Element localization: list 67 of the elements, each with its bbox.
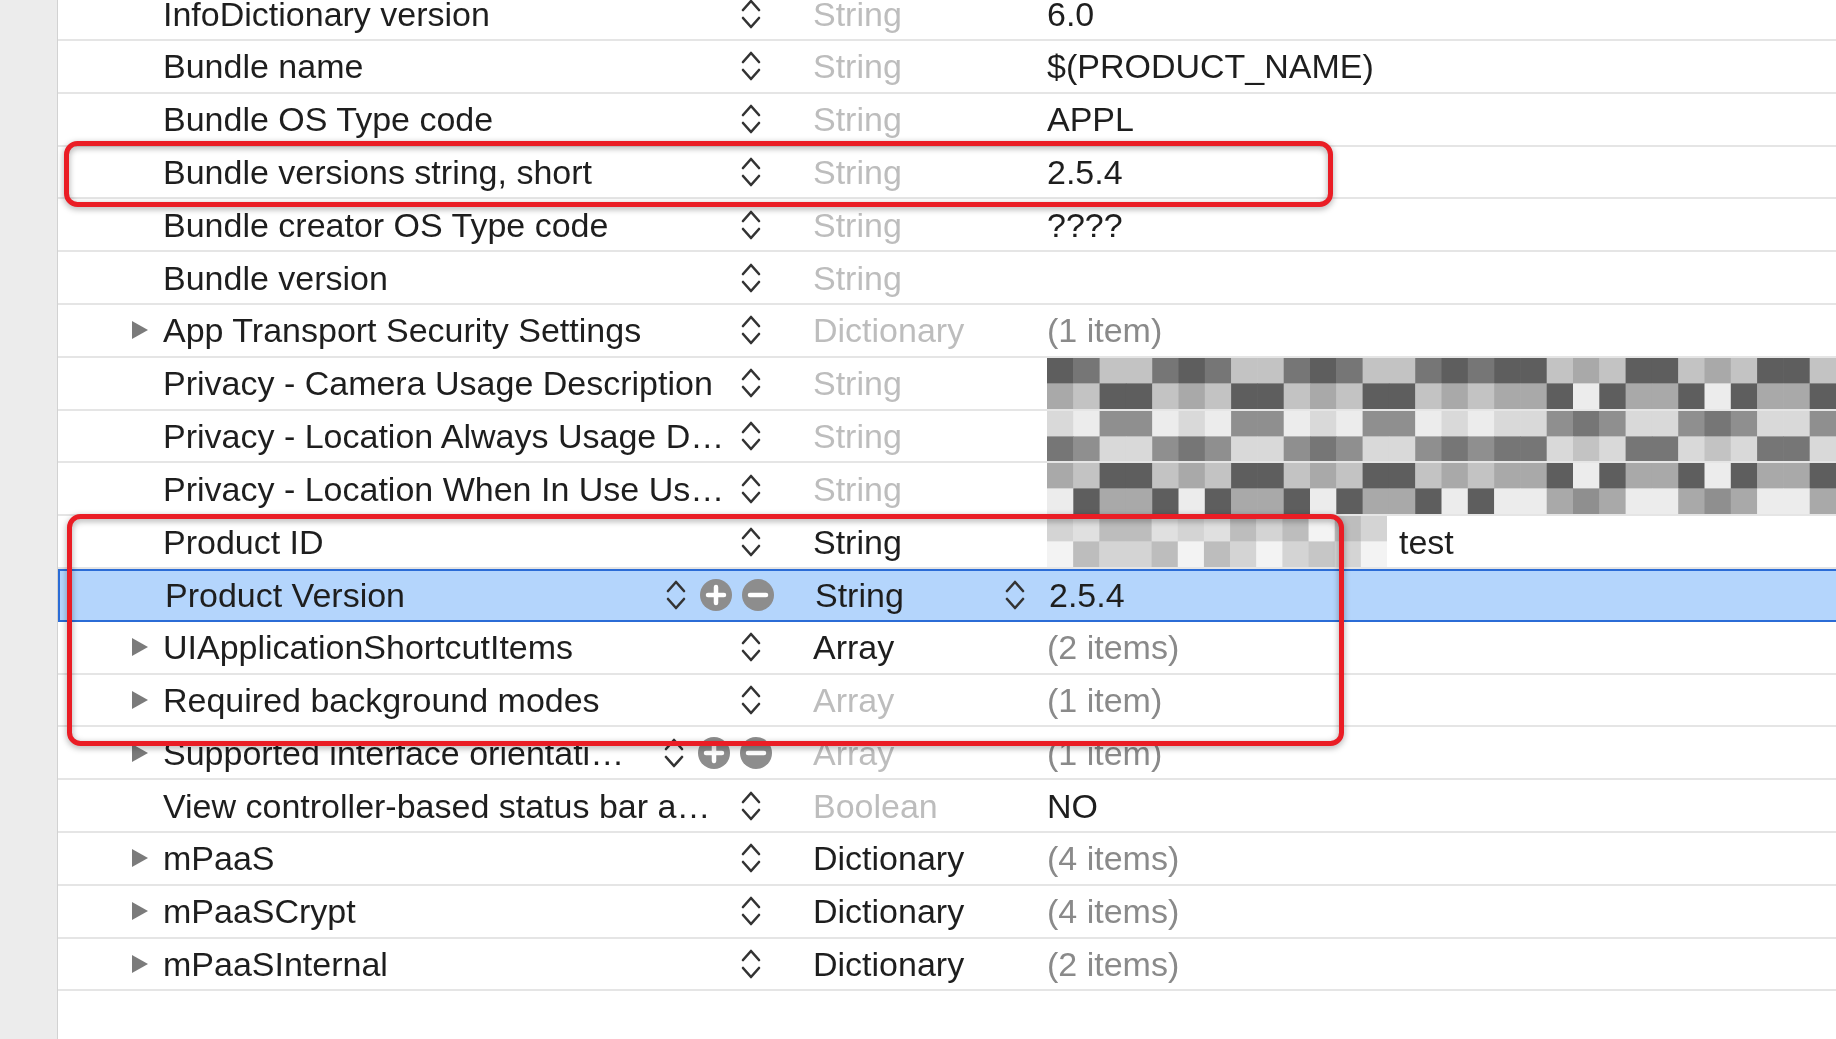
type-label: String: [813, 155, 902, 189]
type-label: String: [815, 578, 904, 613]
key-label: View controller-based status bar a…: [163, 788, 711, 823]
key-label: Bundle creator OS Type code: [163, 207, 609, 242]
key-label: Required background modes: [163, 682, 600, 717]
key-label: App Transport Security Settings: [163, 313, 642, 348]
disclosure-triangle-icon[interactable]: [131, 848, 149, 869]
minus-circle-icon[interactable]: [742, 579, 774, 612]
plist-row[interactable]: Product ID String test: [58, 516, 1836, 569]
key-label: Product ID: [163, 524, 324, 559]
value-label: (4 items): [1047, 841, 1180, 876]
type-label: Dictionary: [813, 946, 965, 981]
value-label: NO: [1047, 788, 1098, 823]
type-label: Array: [813, 735, 895, 770]
type-label: String: [813, 471, 902, 506]
plist-row[interactable]: Privacy - Location Always Usage D… String: [58, 410, 1836, 464]
key-label: Bundle OS Type code: [163, 102, 494, 137]
key-label: InfoDictionary version: [163, 0, 490, 31]
value-label: (2 items): [1047, 630, 1180, 665]
key-label: mPaaS: [163, 841, 275, 876]
type-label: Array: [813, 682, 895, 717]
type-label: String: [813, 418, 902, 453]
value-label: APPL: [1047, 102, 1134, 137]
type-label: Array: [813, 630, 895, 665]
value-label: (2 items): [1047, 946, 1180, 981]
disclosure-triangle-icon[interactable]: [131, 689, 149, 710]
type-label: String: [813, 524, 902, 559]
plist-row[interactable]: Privacy - Location When In Use Us… String: [58, 463, 1836, 517]
value-label: (1 item): [1047, 313, 1163, 348]
type-label: String: [813, 0, 902, 31]
value-label: (4 items): [1047, 894, 1180, 929]
type-label: Boolean: [813, 788, 938, 823]
key-label: Bundle name: [163, 49, 364, 84]
type-label: String: [813, 366, 902, 401]
type-label: Dictionary: [813, 894, 965, 929]
key-label: UIApplicationShortcutItems: [163, 630, 574, 665]
value-label: test: [1399, 524, 1454, 559]
disclosure-triangle-icon[interactable]: [131, 637, 149, 658]
key-label: mPaaSCrypt: [163, 894, 356, 929]
type-label: String: [813, 102, 902, 137]
type-label: Dictionary: [813, 841, 965, 876]
key-label: Bundle version: [163, 260, 388, 295]
key-label: Product Version: [165, 578, 406, 613]
type-label: Dictionary: [813, 313, 965, 348]
plist-row[interactable]: InfoDictionary version String 6.0: [58, 0, 1836, 41]
value-label: 2.5.4: [1049, 578, 1125, 613]
value-label: 2.5.4: [1047, 155, 1123, 189]
plist-row[interactable]: Privacy - Camera Usage Description String: [58, 357, 1836, 411]
key-label: Privacy - Camera Usage Description: [163, 366, 713, 401]
value-label: $(PRODUCT_NAME): [1047, 49, 1374, 84]
plus-circle-icon[interactable]: [700, 579, 732, 612]
disclosure-triangle-icon[interactable]: [131, 320, 149, 341]
type-label: String: [813, 49, 902, 84]
key-label: Bundle versions string, short: [163, 155, 592, 189]
value-label: (1 item): [1047, 682, 1163, 717]
key-label: Privacy - Location When In Use Us…: [163, 471, 725, 506]
disclosure-triangle-icon[interactable]: [131, 953, 149, 974]
type-label: String: [813, 260, 902, 295]
value-label: 6.0: [1047, 0, 1095, 31]
disclosure-triangle-icon[interactable]: [131, 901, 149, 922]
plist-row[interactable]: Product Version String 2.5.4: [58, 568, 1836, 622]
minus-circle-icon[interactable]: [740, 736, 772, 769]
value-label: ????: [1047, 207, 1123, 242]
type-label: String: [813, 207, 902, 242]
key-label: Privacy - Location Always Usage D…: [163, 418, 725, 453]
key-label: mPaaSInternal: [163, 946, 388, 981]
plus-circle-icon[interactable]: [698, 736, 730, 769]
